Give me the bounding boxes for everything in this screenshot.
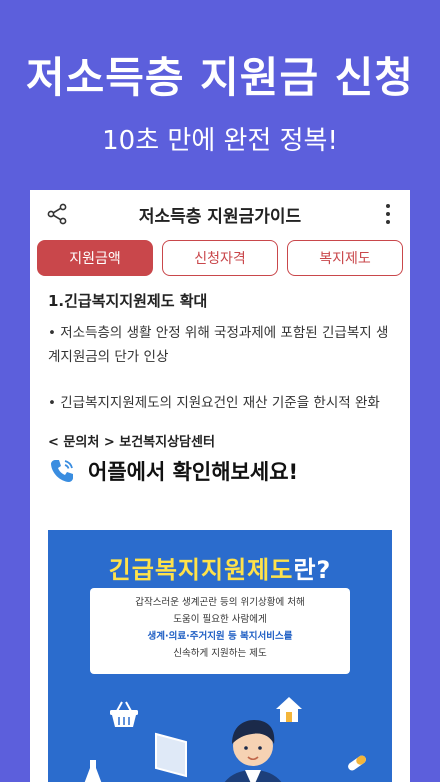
- info-banner: 긴급복지지원제도란? 갑작스러운 생계곤란 등의 위기상황에 처해 도움이 필요…: [48, 530, 392, 782]
- hero-title: 저소득층 지원금 신청: [25, 53, 414, 102]
- contact-text: 어플에서 확인해보세요!: [88, 460, 299, 484]
- laptop-illustration: [155, 732, 187, 778]
- banner-title-suffix: 란?: [293, 556, 332, 584]
- phone-call-icon: [51, 460, 73, 482]
- banner-card-line-1: 갑작스러운 생계곤란 등의 위기상황에 처해: [135, 597, 305, 608]
- share-icon[interactable]: [46, 203, 68, 225]
- hero-subtitle: 10초 만에 완전 정복!: [102, 126, 338, 156]
- section-title: 1.긴급복지지원제도 확대: [48, 292, 208, 310]
- app-title: 저소득층 지원금가이드: [138, 206, 302, 227]
- contact-label: < 문의처 > 보건복지상담센터: [48, 435, 215, 450]
- paragraph-2: • 긴급복지지원제도의 지원요건인 재산 기준을 한시적 완화: [48, 395, 380, 411]
- tab-bar: 지원금액 신청자격 복지제도: [30, 238, 410, 276]
- person-illustration: [224, 720, 282, 782]
- tab-eligibility[interactable]: 신청자격: [162, 240, 278, 276]
- banner-card-highlight: 생계·의료·주거지원 등 복지서비스를: [147, 631, 293, 642]
- banner-card: 갑작스러운 생계곤란 등의 위기상황에 처해 도움이 필요한 사람에게 생계·의…: [90, 588, 350, 674]
- banner-title-main: 긴급복지지원제도: [108, 556, 294, 584]
- more-vertical-icon[interactable]: [384, 203, 392, 225]
- flask-icon: [84, 760, 102, 782]
- banner-card-line-2: 도움이 필요한 사람에게: [173, 614, 267, 625]
- tab-support-amount[interactable]: 지원금액: [37, 240, 153, 276]
- contact-row[interactable]: 어플에서 확인해보세요!: [48, 456, 392, 486]
- tab-welfare-system[interactable]: 복지제도: [287, 240, 403, 276]
- basket-icon: [110, 701, 138, 727]
- content-area: 1.긴급복지지원제도 확대 • 저소득층의 생활 안정 위해 국정과제에 포함된…: [30, 276, 410, 486]
- banner-title: 긴급복지지원제도란?: [48, 550, 392, 585]
- paragraph-1: • 저소득층의 생활 안정 위해 국정과제에 포함된 긴급복지 생계지원금의 단…: [48, 325, 389, 365]
- banner-card-line-4: 신속하게 지원하는 제도: [173, 648, 267, 659]
- app-screen: 저소득층 지원금가이드 지원금액 신청자격 복지제도 1.긴급복지지원제도 확대…: [30, 190, 410, 782]
- app-bar: 저소득층 지원금가이드: [30, 190, 410, 238]
- pill-icon: [348, 755, 366, 771]
